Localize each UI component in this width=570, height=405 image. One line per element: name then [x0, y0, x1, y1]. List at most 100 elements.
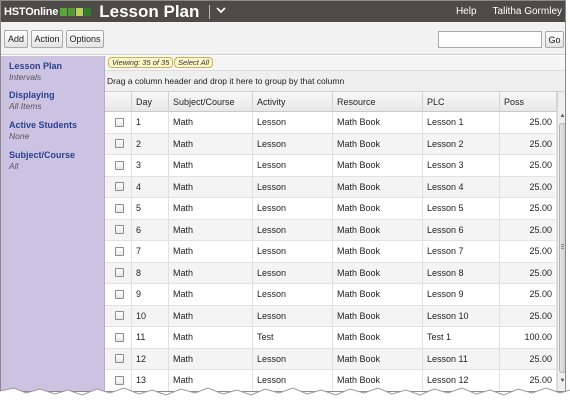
sidebar-item-subject-course[interactable]: Subject/Course All: [9, 150, 75, 171]
sidebar-item-value: All: [9, 161, 19, 171]
resource-cell: Math Book: [333, 198, 423, 219]
scrollbar-thumb[interactable]: [559, 123, 565, 373]
sidebar-item-active-students[interactable]: Active Students None: [9, 120, 77, 141]
table-row[interactable]: 5 Math Lesson Math Book Lesson 5 25.00: [105, 198, 557, 220]
table-row[interactable]: 7 Math Lesson Math Book Lesson 7 25.00: [105, 241, 557, 263]
checkbox-icon[interactable]: [115, 225, 124, 235]
checkbox-icon[interactable]: [115, 117, 124, 127]
poss-cell: 25.00: [500, 241, 557, 262]
subject-cell: Math: [169, 176, 253, 197]
resource-cell: Math Book: [333, 327, 423, 348]
column-header-poss[interactable]: Poss: [500, 92, 557, 112]
checkbox-icon[interactable]: [115, 311, 124, 321]
group-by-drop-zone[interactable]: Drag a column header and drop it here to…: [105, 70, 565, 92]
day-cell: 4: [132, 176, 169, 197]
column-header-plc[interactable]: PLC: [423, 92, 500, 112]
activity-cell: Lesson: [253, 133, 333, 154]
day-cell: 12: [132, 348, 169, 369]
logo-text: HSTOnline: [4, 5, 59, 18]
poss-cell: 25.00: [500, 198, 557, 219]
checkbox-icon[interactable]: [115, 289, 124, 299]
row-select-cell: [105, 198, 132, 219]
logo[interactable]: HSTOnline: [1, 1, 92, 22]
day-cell: 10: [132, 305, 169, 326]
user-name[interactable]: Talitha Gormley: [493, 6, 562, 17]
options-button[interactable]: Options: [66, 30, 104, 48]
poss-cell: 100.00: [500, 327, 557, 348]
table-row[interactable]: 11 Math Test Math Book Test 1 100.00: [105, 327, 557, 349]
row-select-cell: [105, 262, 132, 283]
table-row[interactable]: 2 Math Lesson Math Book Lesson 2 25.00: [105, 133, 557, 155]
subject-cell: Math: [169, 284, 253, 305]
top-right-links: Help Talitha Gormley: [456, 1, 562, 22]
row-select-cell: [105, 176, 132, 197]
sidebar-item-label: Active Students: [9, 120, 78, 130]
row-select-cell: [105, 327, 132, 348]
vertical-scrollbar[interactable]: ▲ ▼: [557, 92, 565, 391]
table-row[interactable]: 4 Math Lesson Math Book Lesson 4 25.00: [105, 176, 557, 198]
checkbox-icon[interactable]: [115, 182, 124, 192]
resource-cell: Math Book: [333, 176, 423, 197]
plc-cell: Test 1: [423, 327, 500, 348]
resource-cell: Math Book: [333, 284, 423, 305]
title-divider: [209, 4, 211, 19]
day-cell: 6: [132, 219, 169, 240]
page-title: Lesson Plan: [99, 1, 200, 21]
activity-cell: Lesson: [253, 284, 333, 305]
column-header-subject[interactable]: Subject/Course: [169, 92, 253, 112]
table-row[interactable]: 6 Math Lesson Math Book Lesson 6 25.00: [105, 219, 557, 241]
day-cell: 1: [132, 112, 169, 133]
activity-cell: Lesson: [253, 176, 333, 197]
sidebar-item-lesson-plan[interactable]: Lesson Plan Intervals: [9, 61, 62, 82]
checkbox-icon[interactable]: [115, 246, 124, 256]
logo-block-2: [68, 7, 76, 16]
checkbox-icon[interactable]: [115, 203, 124, 213]
column-header-activity[interactable]: Activity: [253, 92, 333, 112]
checkbox-icon[interactable]: [115, 354, 124, 364]
torn-edge-decoration: [0, 387, 570, 405]
table-row[interactable]: 10 Math Lesson Math Book Lesson 10 25.00: [105, 305, 557, 327]
table-row[interactable]: 9 Math Lesson Math Book Lesson 9 25.00: [105, 284, 557, 306]
add-button[interactable]: Add: [4, 30, 28, 48]
arrow-up-icon[interactable]: ▲: [558, 111, 565, 121]
plc-cell: Lesson 6: [423, 219, 500, 240]
checkbox-icon[interactable]: [115, 332, 124, 342]
checkbox-icon[interactable]: [115, 139, 124, 149]
plc-cell: Lesson 10: [423, 305, 500, 326]
table-row[interactable]: 12 Math Lesson Math Book Lesson 11 25.00: [105, 348, 557, 370]
column-header-day[interactable]: Day: [132, 92, 169, 112]
column-header-resource[interactable]: Resource: [333, 92, 423, 112]
sidebar-item-displaying[interactable]: Displaying All Items: [9, 90, 55, 111]
plc-cell: Lesson 9: [423, 284, 500, 305]
table-row[interactable]: 1 Math Lesson Math Book Lesson 1 25.00: [105, 112, 557, 134]
go-button[interactable]: Go: [545, 31, 564, 48]
column-header-select[interactable]: [105, 92, 132, 112]
chevron-down-icon[interactable]: [216, 6, 227, 17]
resource-cell: Math Book: [333, 262, 423, 283]
day-cell: 9: [132, 284, 169, 305]
activity-cell: Test: [253, 327, 333, 348]
subject-cell: Math: [169, 219, 253, 240]
poss-cell: 25.00: [500, 219, 557, 240]
table-row[interactable]: 8 Math Lesson Math Book Lesson 8 25.00: [105, 262, 557, 284]
search-input[interactable]: [438, 31, 542, 48]
checkbox-icon[interactable]: [115, 160, 124, 170]
select-all-button[interactable]: Select All: [174, 57, 213, 68]
plc-cell: Lesson 5: [423, 198, 500, 219]
viewing-count-badge: Viewing: 35 of 35: [108, 57, 174, 68]
checkbox-icon[interactable]: [115, 268, 124, 278]
help-link[interactable]: Help: [456, 6, 477, 17]
subject-cell: Math: [169, 155, 253, 176]
poss-cell: 25.00: [500, 262, 557, 283]
sidebar-item-value: Intervals: [9, 72, 42, 82]
scrollbar-grip: [561, 248, 564, 249]
poss-cell: 25.00: [500, 155, 557, 176]
subject-cell: Math: [169, 198, 253, 219]
table-row[interactable]: 3 Math Lesson Math Book Lesson 3 25.00: [105, 155, 557, 177]
action-button[interactable]: Action: [31, 30, 63, 48]
activity-cell: Lesson: [253, 112, 333, 133]
poss-cell: 25.00: [500, 112, 557, 133]
logo-block-1: [60, 7, 68, 16]
subject-cell: Math: [169, 348, 253, 369]
subject-cell: Math: [169, 262, 253, 283]
